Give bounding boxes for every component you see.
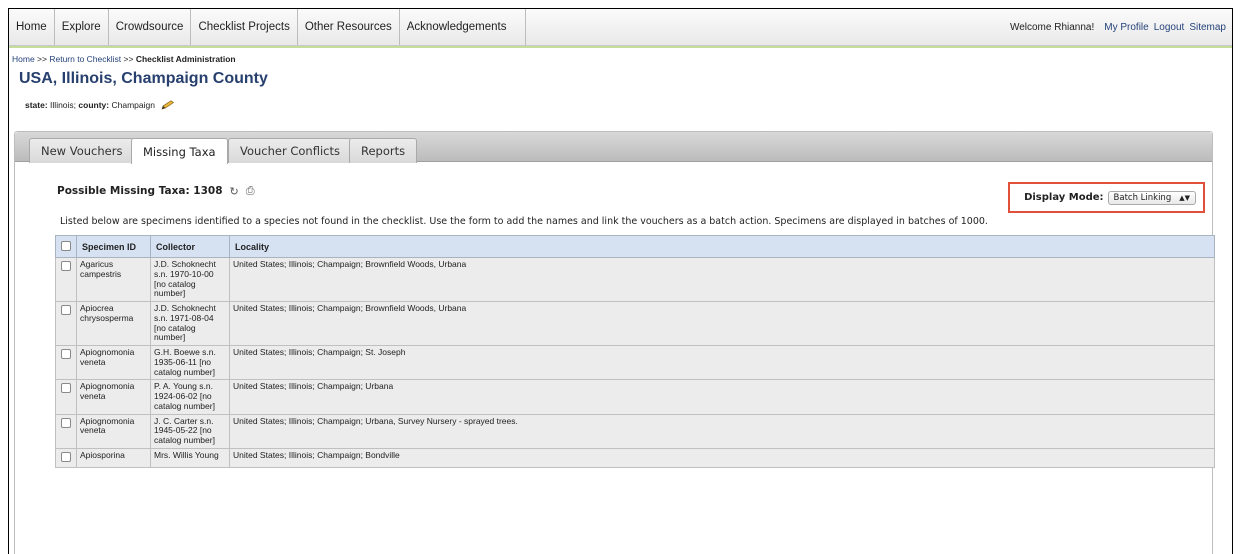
display-mode-control: Display Mode: Batch Linking ▲▼	[1008, 182, 1205, 213]
collector-cell: G.H. Boewe s.n. 1935-06-11 [no catalog n…	[150, 345, 230, 381]
state-label: state:	[25, 100, 48, 110]
table-row: Apiocrea chrysosperma J.D. Schoknecht s.…	[55, 301, 1215, 347]
specimen-id-cell: Agaricus campestris	[76, 256, 151, 303]
print-icon[interactable]: ⎙	[246, 184, 255, 198]
welcome-text: Welcome Rhianna!	[1009, 21, 1095, 33]
breadcrumb-current: Checklist Administration	[135, 54, 236, 64]
row-select-cell	[55, 448, 77, 468]
main-content: Home >> Return to Checklist >> Checklist…	[9, 48, 1232, 110]
county-label: county:	[78, 100, 110, 110]
specimen-id-cell: Apiognomonia veneta	[76, 379, 151, 415]
breadcrumb: Home >> Return to Checklist >> Checklist…	[9, 54, 1232, 64]
row-checkbox[interactable]	[61, 383, 71, 394]
row-checkbox[interactable]	[61, 305, 71, 316]
nav-checklist-projects[interactable]: Checklist Projects	[191, 9, 298, 45]
breadcrumb-return-to-checklist[interactable]: Return to Checklist	[49, 54, 121, 64]
row-checkbox[interactable]	[61, 349, 71, 360]
description-text: Listed below are specimens identified to…	[60, 216, 988, 227]
sitemap-link[interactable]: Sitemap	[1189, 22, 1226, 33]
locality-cell: United States; Illinois; Champaign; Bond…	[229, 448, 1215, 468]
nav-home[interactable]: Home	[9, 9, 55, 45]
locality-cell: United States; Illinois; Champaign; Urba…	[229, 379, 1215, 415]
collector-cell: Mrs. Willis Young	[150, 448, 230, 468]
checklist-metadata: state: Illinois; county: Champaign	[9, 100, 1232, 110]
refresh-icon[interactable]: ↻	[230, 185, 239, 198]
select-all-checkbox[interactable]	[61, 241, 71, 251]
row-select-cell	[55, 256, 77, 303]
header-locality: Locality	[229, 235, 1215, 258]
row-select-cell	[55, 379, 77, 415]
locality-cell: United States; Illinois; Champaign; Urba…	[229, 413, 1215, 450]
nav-other-resources[interactable]: Other Resources	[298, 9, 400, 45]
locality-cell: United States; Illinois; Champaign; Brow…	[229, 301, 1215, 347]
top-navigation: Home Explore Crowdsource Checklist Proje…	[9, 9, 1232, 46]
table-header-row: Specimen ID Collector Locality	[55, 235, 1215, 258]
breadcrumb-separator: >>	[34, 54, 50, 64]
table-row: Apiognomonia veneta P. A. Young s.n. 192…	[55, 379, 1215, 415]
row-select-cell	[55, 345, 77, 381]
nav-acknowledgements[interactable]: Acknowledgements	[400, 9, 526, 45]
header-collector: Collector	[150, 235, 230, 258]
row-checkbox[interactable]	[61, 417, 71, 428]
county-value: Champaign	[109, 100, 155, 110]
specimen-id-cell: Apiocrea chrysosperma	[76, 301, 151, 347]
collector-cell: J.D. Schoknecht s.n. 1971-08-04 [no cata…	[150, 301, 230, 347]
logout-link[interactable]: Logout	[1154, 22, 1185, 33]
breadcrumb-separator: >>	[121, 54, 136, 64]
tab-new-vouchers[interactable]: New Vouchers	[29, 138, 135, 163]
table-row: Apiognomonia veneta J. C. Carter s.n. 19…	[55, 413, 1215, 450]
row-checkbox[interactable]	[61, 452, 71, 463]
user-area: Welcome Rhianna! My Profile Logout Sitem…	[1010, 9, 1232, 45]
table-row: Apiognomonia veneta G.H. Boewe s.n. 1935…	[55, 345, 1215, 381]
table-row: Apiosporina Mrs. Willis Young United Sta…	[55, 448, 1215, 468]
tab-reports[interactable]: Reports	[349, 138, 418, 163]
my-profile-link[interactable]: My Profile	[1104, 22, 1148, 33]
tab-bar: New Vouchers Missing Taxa Voucher Confli…	[15, 132, 1212, 164]
collector-cell: J.D. Schoknecht s.n. 1970-10-00 [no cata…	[150, 256, 230, 303]
nav-explore[interactable]: Explore	[55, 9, 109, 45]
missing-taxa-count: Possible Missing Taxa: 1308	[57, 185, 223, 197]
breadcrumb-home[interactable]: Home	[12, 54, 35, 64]
specimen-id-cell: Apiognomonia veneta	[76, 413, 151, 450]
collector-cell: J. C. Carter s.n. 1945-05-22 [no catalog…	[150, 413, 230, 450]
specimen-id-cell: Apiosporina	[76, 448, 151, 468]
locality-cell: United States; Illinois; Champaign; Brow…	[229, 256, 1215, 303]
select-all-cell	[55, 235, 77, 258]
pencil-edit-icon[interactable]	[161, 100, 175, 110]
state-value: Illinois;	[47, 100, 79, 110]
row-select-cell	[55, 413, 77, 450]
tab-missing-taxa[interactable]: Missing Taxa	[131, 138, 228, 164]
select-arrows-icon: ▲▼	[1179, 193, 1190, 202]
row-checkbox[interactable]	[61, 261, 71, 271]
row-select-cell	[55, 301, 77, 347]
specimen-id-cell: Apiognomonia veneta	[76, 345, 151, 381]
display-mode-label: Display Mode:	[1024, 192, 1104, 203]
main-menu: Home Explore Crowdsource Checklist Proje…	[9, 9, 526, 45]
display-mode-select[interactable]: Batch Linking ▲▼	[1107, 190, 1196, 205]
missing-taxa-header: Possible Missing Taxa: 1308 ↻ ⎙	[57, 184, 255, 198]
locality-cell: United States; Illinois; Champaign; St. …	[229, 345, 1215, 381]
specimen-table: Specimen ID Collector Locality Agaricus …	[55, 235, 1215, 468]
display-mode-value: Batch Linking	[1113, 192, 1172, 203]
collector-cell: P. A. Young s.n. 1924-06-02 [no catalog …	[150, 379, 230, 415]
header-specimen-id: Specimen ID	[76, 235, 151, 258]
table-row: Agaricus campestris J.D. Schoknecht s.n.…	[55, 256, 1215, 303]
page-title: USA, Illinois, Champaign County	[19, 70, 268, 87]
nav-crowdsource[interactable]: Crowdsource	[109, 9, 192, 45]
tab-voucher-conflicts[interactable]: Voucher Conflicts	[228, 138, 352, 163]
